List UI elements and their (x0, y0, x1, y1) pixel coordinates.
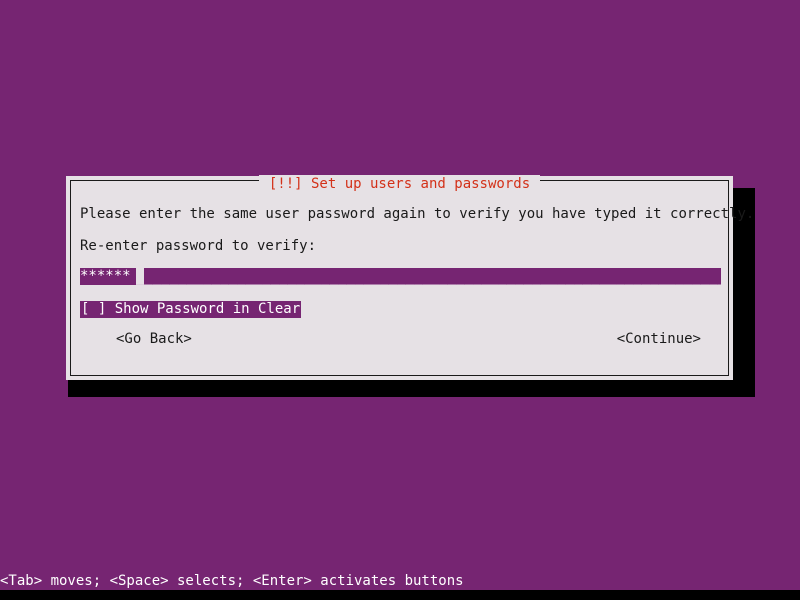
password-input[interactable]: ****** _________________________________… (80, 268, 721, 290)
continue-button[interactable]: <Continue> (617, 330, 701, 348)
keyboard-help-bar: <Tab> moves; <Space> selects; <Enter> ac… (0, 573, 464, 589)
password-underline-glyphs: ________________________________________… (136, 282, 721, 286)
show-password-checkbox[interactable]: [ ] Show Password in Clear (80, 301, 302, 318)
show-password-row[interactable]: [ ] Show Password in Clear (80, 298, 302, 318)
password-field-label: Re-enter password to verify: (80, 238, 317, 254)
installer-screen: [!!] Set up users and passwords Please e… (0, 0, 800, 600)
prompt-text: Please enter the same user password agai… (80, 206, 755, 222)
password-input-underline: ________________________________________… (136, 282, 721, 286)
dialog-body: Please enter the same user password agai… (80, 206, 754, 370)
password-masked-value: ****** (80, 268, 131, 285)
dialog-button-row: <Go Back> <Continue> (80, 330, 719, 348)
bottom-black-strip (0, 590, 800, 600)
set-up-users-and-passwords-dialog: [!!] Set up users and passwords Please e… (66, 175, 754, 380)
go-back-button[interactable]: <Go Back> (116, 330, 192, 348)
